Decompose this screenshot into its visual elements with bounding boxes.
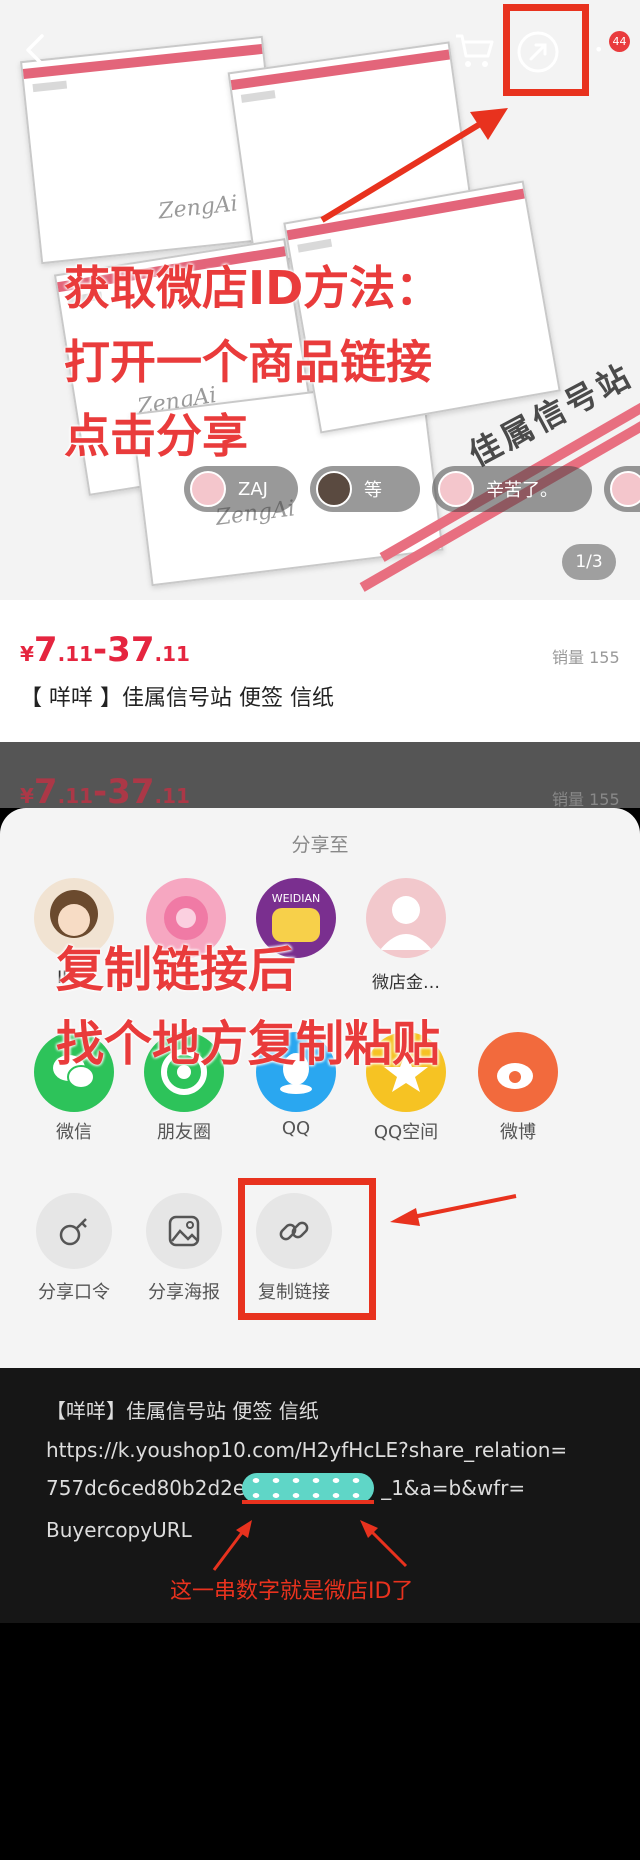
image-icon — [168, 1215, 200, 1247]
back-arrow-icon[interactable] — [20, 28, 54, 72]
id-explanation-note: 这一串数字就是微店ID了 — [170, 1579, 414, 1604]
annotation-line: 复制链接后 — [56, 942, 297, 998]
price-range: ¥7.11-37.11 — [20, 772, 190, 808]
share-weibo[interactable] — [478, 1032, 558, 1112]
weibo-icon — [497, 1063, 533, 1089]
callout-arrows — [212, 1520, 408, 1571]
redaction-mask — [242, 1473, 374, 1503]
share-sheet-title: 分享至 — [291, 834, 349, 856]
buyer-chip: 等 — [310, 466, 420, 512]
app-label: QQ空间 — [373, 1122, 439, 1143]
callout-box — [503, 4, 589, 96]
callout-arrow — [390, 1194, 517, 1226]
avatar — [316, 471, 352, 507]
app-label: 朋友圈 — [157, 1122, 211, 1143]
key-icon — [59, 1218, 87, 1246]
product-title: 【 咩咩 】佳属信号站 便签 信纸 — [20, 686, 334, 711]
highlight-underline — [242, 1500, 374, 1504]
dimmed-background: ¥7.11-37.11 销量 155 — [0, 742, 640, 808]
contact-avatar[interactable] — [366, 878, 446, 958]
annotation-line: 点击分享 — [64, 409, 248, 463]
cart-icon[interactable] — [452, 28, 496, 72]
svg-text:WEIDIAN: WEIDIAN — [272, 892, 321, 905]
avatar — [190, 471, 226, 507]
sales-count: 销量 155 — [552, 648, 620, 667]
buyer-chip: ZAJ — [184, 466, 298, 512]
image-pager: 1/3 — [562, 544, 616, 580]
callout-box — [238, 1178, 376, 1320]
annotation-line: 获取微店ID方法： — [64, 261, 442, 315]
buyer-chip — [604, 466, 640, 512]
callout-arrow — [320, 108, 508, 223]
annotation-line: 找个地方复制粘贴 — [56, 1016, 441, 1072]
share-command-button[interactable] — [36, 1193, 112, 1269]
annotation-line: 打开一个商品链接 — [64, 335, 432, 389]
tool-label: 分享口令 — [38, 1282, 110, 1303]
contact-name: 微店金… — [372, 973, 440, 993]
avatar — [610, 471, 640, 507]
app-label: 微信 — [56, 1122, 92, 1143]
tool-label: 分享海报 — [148, 1282, 220, 1303]
price-range: ¥7.11-37.11 — [20, 630, 190, 670]
app-label: 微博 — [500, 1122, 536, 1143]
pasted-url-line: BuyercopyURL — [46, 1518, 192, 1542]
pasted-url-line: https://k.youshop10.com/H2yfHcLE?share_r… — [46, 1438, 568, 1462]
pasted-title: 【咩咩】佳属信号站 便签 信纸 — [46, 1399, 319, 1423]
share-poster-button[interactable] — [146, 1193, 222, 1269]
avatar — [438, 471, 474, 507]
cart-count-badge: 44 — [609, 31, 630, 52]
more-dots-icon[interactable]: • — [594, 42, 603, 58]
app-label: QQ — [281, 1118, 311, 1139]
sales-count: 销量 155 — [552, 790, 620, 808]
buyer-chip: 辛苦了。 — [432, 466, 592, 512]
